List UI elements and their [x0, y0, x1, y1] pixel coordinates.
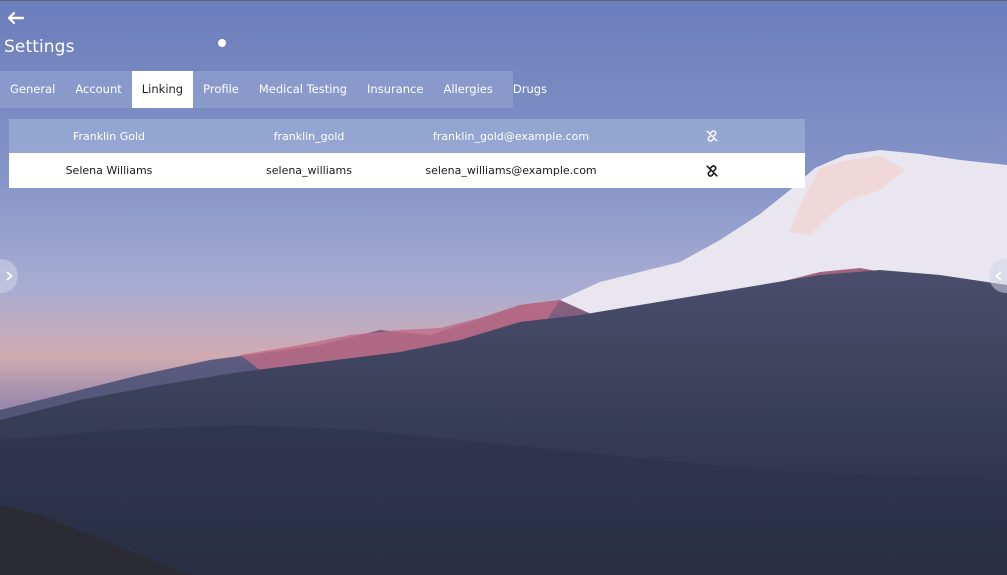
- page-title: Settings: [4, 37, 75, 57]
- chevron-left-icon: [995, 271, 1001, 281]
- unlink-button[interactable]: [697, 119, 727, 153]
- settings-tab-bar: General Account Linking Profile Medical …: [0, 71, 547, 108]
- tab-general[interactable]: General: [0, 71, 65, 108]
- unlink-icon: [706, 130, 718, 142]
- tab-medical-testing[interactable]: Medical Testing: [249, 71, 357, 108]
- tab-account[interactable]: Account: [65, 71, 131, 108]
- account-username: selena_williams: [266, 164, 352, 177]
- account-name: Selena Williams: [65, 164, 153, 177]
- account-username: franklin_gold: [273, 129, 345, 143]
- tab-insurance[interactable]: Insurance: [357, 71, 433, 108]
- unlink-icon: [706, 164, 718, 177]
- table-row: Franklin Gold franklin_gold franklin_gol…: [9, 119, 805, 153]
- tab-profile[interactable]: Profile: [193, 71, 249, 108]
- unlink-button[interactable]: [697, 153, 727, 188]
- arrow-left-icon: [7, 11, 25, 25]
- tab-allergies[interactable]: Allergies: [433, 71, 502, 108]
- account-email: franklin_gold@example.com: [432, 129, 590, 143]
- linked-accounts-table: Franklin Gold franklin_gold franklin_gol…: [9, 119, 805, 188]
- window-top-border: [0, 0, 1007, 1]
- chevron-right-icon: [6, 271, 12, 281]
- account-name: Franklin Gold: [72, 129, 145, 143]
- tab-drugs[interactable]: Drugs: [503, 71, 557, 108]
- table-row: Selena Williams selena_williams selena_w…: [9, 153, 805, 188]
- mouse-cursor: [218, 39, 226, 47]
- account-email: selena_williams@example.com: [425, 164, 597, 177]
- tab-linking[interactable]: Linking: [131, 71, 194, 108]
- back-button[interactable]: [7, 10, 30, 28]
